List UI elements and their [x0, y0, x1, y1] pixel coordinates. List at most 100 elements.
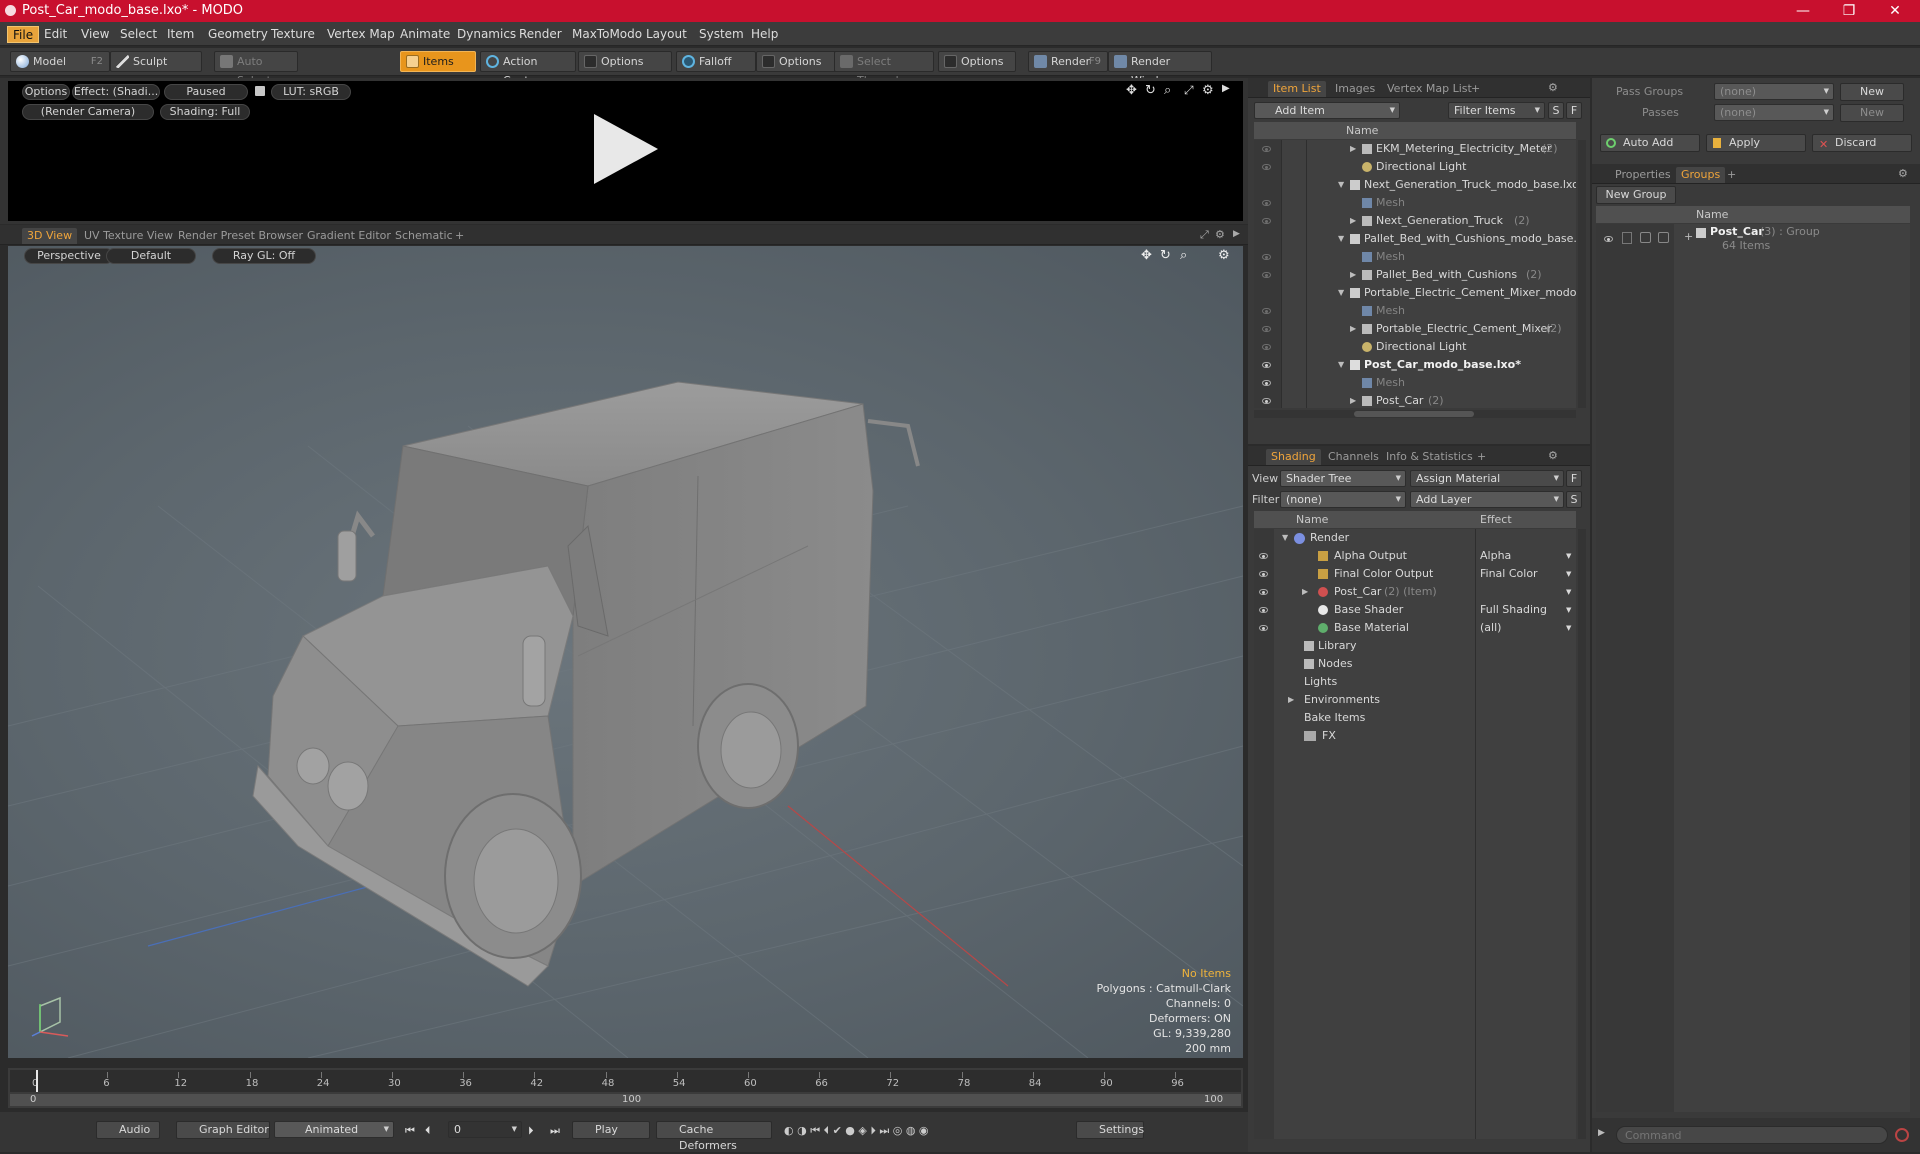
- view-dropdown[interactable]: Shader Tree: [1280, 470, 1406, 487]
- passes-dropdown[interactable]: (none): [1714, 104, 1834, 121]
- new-group-button[interactable]: New Group: [1596, 186, 1676, 204]
- panel-gear-icon[interactable]: ⚙: [1548, 449, 1558, 462]
- menu-help[interactable]: Help: [746, 26, 783, 43]
- action-center-options-button[interactable]: Options: [578, 51, 672, 72]
- filter-items-input[interactable]: Filter Items: [1448, 102, 1545, 119]
- timeline[interactable]: 06121824303642485460667278849096 0 100 1…: [8, 1068, 1243, 1108]
- move-view-icon[interactable]: ✥: [1126, 83, 1137, 98]
- add-tab-button[interactable]: +: [450, 228, 469, 244]
- first-frame-icon[interactable]: ⏮: [405, 1124, 415, 1138]
- list-item[interactable]: Mesh: [1254, 374, 1576, 392]
- tab-vertex-map-list[interactable]: Vertex Map List: [1382, 81, 1477, 97]
- viewport-zoom-icon[interactable]: ⌕: [1180, 248, 1187, 263]
- next-frame-icon[interactable]: ⏵: [528, 1124, 534, 1138]
- filter-s-button[interactable]: S: [1548, 102, 1564, 119]
- shader-tree-scrollbar[interactable]: [1578, 529, 1586, 1139]
- menu-geometry[interactable]: Geometry: [203, 26, 273, 43]
- lut-dropdown[interactable]: LUT: sRGB: [271, 84, 351, 100]
- shader-row[interactable]: Nodes: [1254, 655, 1576, 673]
- preview-options-button[interactable]: Options: [22, 84, 70, 100]
- list-item[interactable]: ▶ Portable_Electric_Cement_Mixer (2): [1254, 320, 1576, 338]
- render-camera-dropdown[interactable]: (Render Camera): [22, 104, 154, 120]
- panel-gear-icon[interactable]: ⚙: [1548, 81, 1558, 94]
- zoom-view-icon[interactable]: ⌕: [1164, 83, 1171, 98]
- pass-groups-dropdown[interactable]: (none): [1714, 83, 1834, 100]
- menu-system[interactable]: System: [694, 26, 749, 43]
- list-item[interactable]: ▼ Pallet_Bed_with_Cushions_modo_base.l ..…: [1254, 230, 1576, 248]
- tab-schematic[interactable]: Schematic: [390, 228, 458, 244]
- list-item[interactable]: ▶ Post_Car (2): [1254, 392, 1576, 410]
- shader-row[interactable]: Base Shader Full Shading ▼: [1254, 601, 1576, 619]
- lock-icon[interactable]: [255, 86, 265, 96]
- tab-gradient-editor[interactable]: Gradient Editor: [302, 228, 396, 244]
- panel-gear-icon[interactable]: ⚙: [1898, 167, 1908, 180]
- group-row[interactable]: + Post_Car (3) : Group 64 Items: [1596, 224, 1910, 258]
- audio-button[interactable]: Audio: [96, 1121, 160, 1139]
- animated-dropdown[interactable]: Animated: [274, 1121, 394, 1138]
- list-item[interactable]: Mesh: [1254, 302, 1576, 320]
- render-window-button[interactable]: Render Window: [1108, 51, 1212, 87]
- filter-dropdown[interactable]: (none): [1280, 491, 1406, 508]
- shading-s-button[interactable]: S: [1566, 491, 1582, 508]
- shader-row[interactable]: Bake Items: [1254, 709, 1576, 727]
- frame-input[interactable]: 0: [448, 1121, 522, 1138]
- playhead[interactable]: [36, 1070, 38, 1092]
- render-button[interactable]: Render F9: [1028, 51, 1108, 72]
- shader-row[interactable]: ▶ Post_Car (2) (Item) ▼: [1254, 583, 1576, 601]
- tab-images[interactable]: Images: [1330, 81, 1380, 97]
- auto-select-button[interactable]: Auto Select: [214, 51, 298, 87]
- falloff-button[interactable]: Falloff: [676, 51, 756, 72]
- menu-animate[interactable]: Animate: [395, 26, 455, 43]
- menu-texture[interactable]: Texture: [266, 26, 320, 43]
- maximize-panel-icon[interactable]: ⤢: [1200, 228, 1209, 242]
- shader-row[interactable]: FX: [1254, 727, 1576, 745]
- menu-select[interactable]: Select: [115, 26, 162, 43]
- shader-row[interactable]: ▼ Render: [1254, 529, 1576, 547]
- model-mode-button[interactable]: Model F2: [10, 51, 110, 72]
- assign-material-dropdown[interactable]: Assign Material: [1410, 470, 1564, 487]
- shader-row[interactable]: Final Color Output Final Color ▼: [1254, 565, 1576, 583]
- shader-row[interactable]: ▶ Environments: [1254, 691, 1576, 709]
- shader-row[interactable]: Lights: [1254, 673, 1576, 691]
- menu-vertex-map[interactable]: Vertex Map: [322, 26, 400, 43]
- shading-style-dropdown[interactable]: Default: [106, 248, 196, 264]
- list-item[interactable]: ▼ Portable_Electric_Cement_Mixer_modo_...: [1254, 284, 1576, 302]
- viewport-gear-icon[interactable]: ⚙: [1218, 248, 1230, 263]
- 3d-viewport[interactable]: Perspective Default Ray GL: Off ✥ ↻ ⌕ ⚙ …: [8, 246, 1243, 1058]
- list-item[interactable]: Mesh: [1254, 194, 1576, 212]
- maximize-view-icon[interactable]: ⤢: [1184, 83, 1194, 98]
- filter-f-button[interactable]: F: [1566, 102, 1582, 119]
- list-item[interactable]: ▼ Post_Car_modo_base.lxo*: [1254, 356, 1576, 374]
- tab-render-preset-browser[interactable]: Render Preset Browser: [173, 228, 308, 244]
- panel-menu-icon[interactable]: ▶: [1233, 229, 1240, 239]
- viewport-rotate-icon[interactable]: ↻: [1160, 248, 1171, 263]
- play-icon[interactable]: [590, 112, 660, 186]
- restore-icon[interactable]: ❐: [1826, 0, 1872, 22]
- menu-file[interactable]: File: [7, 26, 40, 43]
- record-icon[interactable]: [1895, 1128, 1909, 1142]
- tab-uv-texture-view[interactable]: UV Texture View: [79, 228, 178, 244]
- sculpt-button[interactable]: Sculpt: [110, 51, 202, 72]
- new-pass-group-button[interactable]: New: [1840, 83, 1904, 101]
- add-layer-dropdown[interactable]: Add Layer: [1410, 491, 1564, 508]
- last-frame-icon[interactable]: ⏭: [550, 1124, 560, 1138]
- auto-add-button[interactable]: Auto Add: [1600, 134, 1700, 152]
- add-tab-button[interactable]: +: [1466, 81, 1485, 97]
- chevron-right-icon[interactable]: ▶: [1222, 83, 1230, 94]
- discard-button[interactable]: ✕ Discard: [1812, 134, 1912, 152]
- shader-row[interactable]: Library: [1254, 637, 1576, 655]
- add-item-dropdown[interactable]: Add Item: [1254, 102, 1400, 119]
- timeline-track[interactable]: [10, 1070, 1241, 1092]
- add-tab-button[interactable]: +: [1722, 167, 1741, 183]
- menu-item[interactable]: Item: [162, 26, 199, 43]
- list-item[interactable]: ▶ Pallet_Bed_with_Cushions (2): [1254, 266, 1576, 284]
- prev-frame-icon[interactable]: ⏴: [425, 1124, 431, 1138]
- close-icon[interactable]: ✕: [1872, 0, 1918, 22]
- tab-3d-view[interactable]: 3D View: [22, 228, 78, 244]
- add-tab-button[interactable]: +: [1472, 449, 1491, 465]
- new-pass-button[interactable]: New: [1840, 104, 1904, 122]
- list-item[interactable]: ▶ Next_Generation_Truck (2): [1254, 212, 1576, 230]
- cache-deformers-button[interactable]: Cache Deformers: [656, 1121, 772, 1152]
- rotate-view-icon[interactable]: ↻: [1145, 83, 1156, 98]
- command-input[interactable]: [1616, 1126, 1888, 1144]
